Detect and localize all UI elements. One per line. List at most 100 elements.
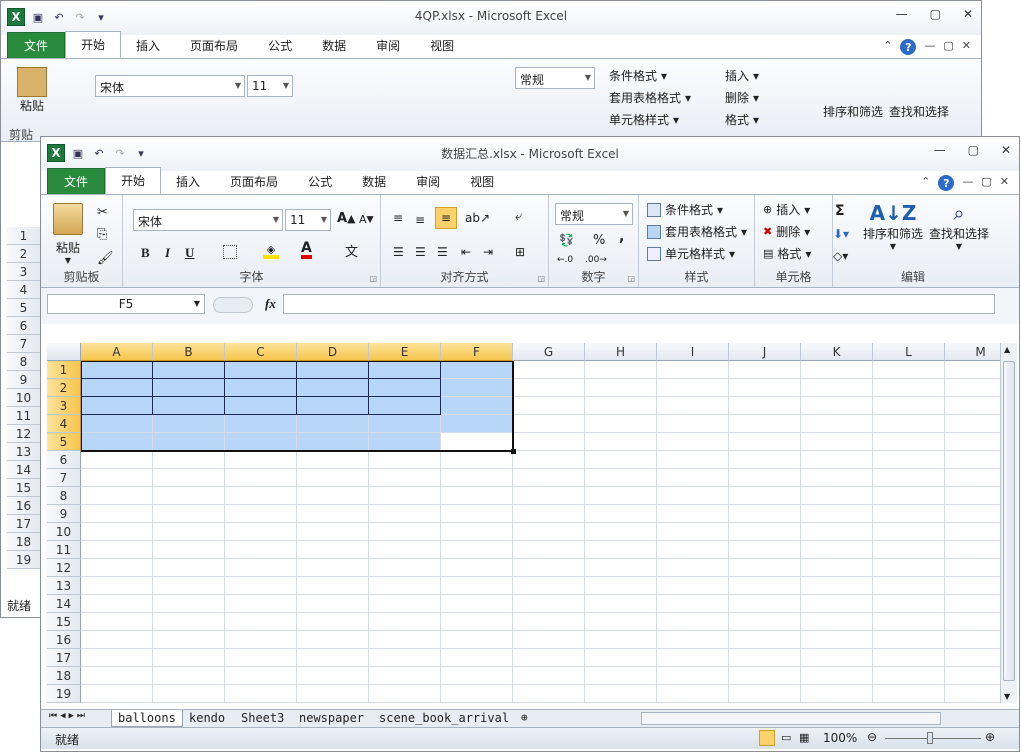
align-right-icon[interactable]: ☰ (437, 245, 448, 259)
tab-page-layout[interactable]: 页面布局 (215, 169, 293, 194)
help-icon[interactable]: ? (900, 39, 917, 55)
column-header[interactable]: A (81, 343, 153, 361)
align-middle-icon[interactable]: ≡ (415, 213, 425, 227)
row-header[interactable]: 10 (47, 523, 81, 541)
sheet-tab-kendo[interactable]: kendo (183, 710, 231, 727)
back-font-size[interactable]: 11 ▼ (247, 75, 293, 97)
tab-data[interactable]: 数据 (307, 33, 361, 58)
column-header[interactable]: L (873, 343, 945, 361)
tab-data[interactable]: 数据 (347, 169, 401, 194)
format-painter-icon[interactable]: 🖌 (97, 251, 114, 266)
back-row-header[interactable]: 6 (7, 317, 41, 335)
doc-restore-icon[interactable]: ▢ (981, 175, 991, 191)
align-bottom-icon[interactable]: ≡ (435, 207, 457, 229)
insert-cells-button[interactable]: ⊕ 插入 ▾ (763, 201, 810, 218)
format-cells-button[interactable]: ▤ 格式 ▾ (763, 245, 811, 262)
wrap-text-icon[interactable]: ⤶ (515, 209, 522, 224)
doc-close-icon[interactable]: ✕ (962, 39, 971, 55)
row-header[interactable]: 3 (47, 397, 81, 415)
copy-icon[interactable]: ⎘ (97, 227, 107, 242)
back-row-header[interactable]: 7 (7, 335, 41, 353)
dialog-launcher-icon[interactable]: ◲ (627, 274, 635, 283)
zoom-slider-thumb[interactable] (927, 732, 933, 744)
back-row-header[interactable]: 18 (7, 533, 41, 551)
page-break-view-icon[interactable]: ▦ (799, 731, 809, 744)
back-row-header[interactable]: 17 (7, 515, 41, 533)
doc-close-icon[interactable]: ✕ (1000, 175, 1009, 191)
merge-center-icon[interactable]: ⊞ (515, 245, 525, 259)
doc-minimize-icon[interactable]: — (924, 39, 935, 55)
find-select-button[interactable]: ⌕ 查找和选择 ▼ (929, 201, 989, 251)
row-header[interactable]: 16 (47, 631, 81, 649)
delete-cells-button[interactable]: ✖ 删除 ▾ (763, 223, 810, 240)
font-color-icon[interactable]: A (301, 241, 312, 259)
scroll-down-icon[interactable]: ▼ (1004, 692, 1010, 701)
sort-filter-button[interactable]: A↓Z 排序和筛选 ▼ (863, 201, 923, 251)
horizontal-scrollbar[interactable] (641, 712, 941, 725)
row-header[interactable]: 7 (47, 469, 81, 487)
page-layout-view-icon[interactable]: ▭ (781, 731, 791, 744)
fill-handle[interactable] (511, 449, 516, 454)
zoom-in-icon[interactable]: ⊕ (985, 730, 995, 744)
back-row-header[interactable]: 9 (7, 371, 41, 389)
formula-divider[interactable] (213, 297, 253, 313)
font-name-combo[interactable]: 宋体 ▼ (133, 209, 283, 231)
border-icon[interactable] (223, 245, 237, 259)
cell-style-button[interactable]: 单元格样式 ▾ (647, 245, 735, 262)
sheet-tab-scene-book-arrival[interactable]: scene_book_arrival (373, 710, 515, 727)
row-header[interactable]: 18 (47, 667, 81, 685)
row-header[interactable]: 19 (47, 685, 81, 703)
fill-icon[interactable]: ⬇▾ (833, 227, 849, 241)
row-header[interactable]: 11 (47, 541, 81, 559)
tab-review[interactable]: 审阅 (361, 33, 415, 58)
row-header[interactable]: 14 (47, 595, 81, 613)
bold-button[interactable]: B (141, 245, 150, 261)
back-conditional-format[interactable]: 条件格式 ▾ (609, 67, 667, 84)
back-row-header[interactable]: 11 (7, 407, 41, 425)
align-left-icon[interactable]: ☰ (393, 245, 404, 259)
back-row-header[interactable]: 1 (7, 227, 41, 245)
row-header[interactable]: 17 (47, 649, 81, 667)
row-header[interactable]: 2 (47, 379, 81, 397)
align-center-icon[interactable]: ☰ (415, 245, 426, 259)
row-header[interactable]: 1 (47, 361, 81, 379)
tab-formulas[interactable]: 公式 (293, 169, 347, 194)
column-header[interactable]: E (369, 343, 441, 361)
tab-home[interactable]: 开始 (105, 167, 162, 194)
back-row-header[interactable]: 15 (7, 479, 41, 497)
table-format-button[interactable]: 套用表格格式 ▾ (647, 223, 747, 240)
back-sort-filter[interactable]: 排序和筛选 (823, 103, 883, 120)
collapse-ribbon-icon[interactable]: ⌃ (883, 39, 892, 55)
phonetic-icon[interactable]: 文 (345, 241, 358, 260)
back-format-cells[interactable]: 格式 ▾ (725, 111, 759, 128)
grow-font-icon[interactable]: A ▲ (337, 211, 355, 226)
maximize-button[interactable]: ▢ (968, 143, 979, 157)
row-header[interactable]: 9 (47, 505, 81, 523)
shrink-font-icon[interactable]: A ▼ (359, 213, 374, 226)
name-box[interactable]: F5 ▼ (47, 294, 205, 314)
back-number-format[interactable]: 常规 ▼ (515, 67, 595, 89)
scroll-up-icon[interactable]: ▲ (1004, 345, 1010, 354)
decrease-decimal-icon[interactable]: .00→ (585, 255, 607, 265)
row-header[interactable]: 12 (47, 559, 81, 577)
tab-view[interactable]: 视图 (455, 169, 509, 194)
back-row-header[interactable]: 12 (7, 425, 41, 443)
comma-button[interactable]: , (619, 229, 624, 245)
doc-minimize-icon[interactable]: — (962, 175, 973, 191)
column-header[interactable]: D (297, 343, 369, 361)
doc-restore-icon[interactable]: ▢ (943, 39, 953, 55)
italic-button[interactable]: I (165, 245, 170, 261)
sheet-nav-icon[interactable]: ⏮◀▶⏭ (49, 711, 88, 721)
increase-decimal-icon[interactable]: ←.0 (557, 255, 573, 265)
row-header[interactable]: 6 (47, 451, 81, 469)
column-header[interactable]: K (801, 343, 873, 361)
cut-icon[interactable]: ✂ (97, 205, 108, 220)
back-row-header[interactable]: 4 (7, 281, 41, 299)
column-header[interactable]: J (729, 343, 801, 361)
minimize-button[interactable]: — (896, 7, 908, 21)
sheet-tab-newspaper[interactable]: newspaper (293, 710, 370, 727)
paste-button[interactable]: 粘贴 ▼ (53, 203, 83, 265)
column-header[interactable]: F (441, 343, 513, 361)
zoom-slider[interactable] (885, 738, 981, 739)
currency-icon[interactable]: 💱 (559, 233, 574, 247)
